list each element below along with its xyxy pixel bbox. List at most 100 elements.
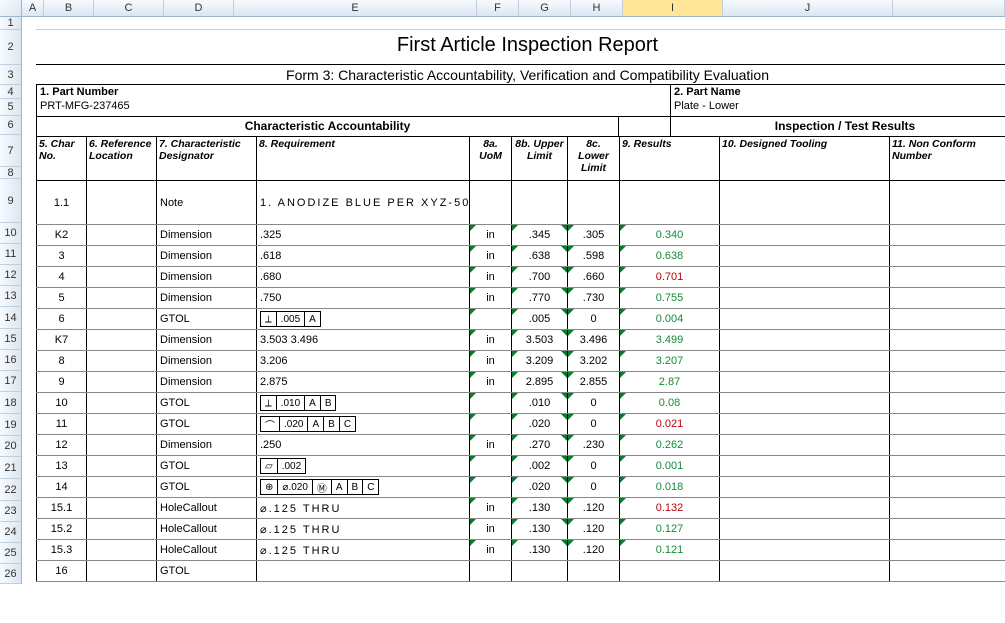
col-requirement[interactable]: 8. Requirement xyxy=(257,137,470,181)
col-lower[interactable]: 8c. Lower Limit xyxy=(568,137,620,181)
table-row[interactable]: 10 GTOL ⟂.010AB .010 0 0.08 xyxy=(37,393,1005,414)
row-header-12[interactable]: 12 xyxy=(0,265,21,286)
row-header-15[interactable]: 15 xyxy=(0,329,21,350)
row-header-17[interactable]: 17 xyxy=(0,371,21,392)
col-upper[interactable]: 8b. Upper Limit xyxy=(512,137,568,181)
table-row[interactable]: 6 GTOL ⟂.005A .005 0 0.004 xyxy=(37,309,1005,330)
cell-lower xyxy=(568,181,620,225)
cell-designator: GTOL xyxy=(157,393,257,414)
table-row[interactable]: 4 Dimension .680 in .700 .660 0.701 xyxy=(37,267,1005,288)
cell-designator: GTOL xyxy=(157,456,257,477)
row-header-5[interactable]: 5 xyxy=(0,99,21,116)
select-all-corner[interactable] xyxy=(0,0,22,17)
table-row[interactable]: 1.1 Note 1. ANODIZE BLUE PER XYZ-50. xyxy=(37,181,1005,225)
table-row[interactable]: 11 GTOL ⌒.020ABC .020 0 0.021 xyxy=(37,414,1005,435)
col-uom[interactable]: 8a. UoM xyxy=(470,137,512,181)
col-nonconform[interactable]: 11. Non Conform Number xyxy=(890,137,1005,181)
cell-lower xyxy=(568,561,620,582)
table-row[interactable]: 15.2 HoleCallout ⌀.125 THRU in .130 .120… xyxy=(37,519,1005,540)
row-header-9[interactable]: 9 xyxy=(0,179,21,223)
table-row[interactable]: K7 Dimension 3.503 3.496 in 3.503 3.496 … xyxy=(37,330,1005,351)
row-header-7[interactable]: 7 xyxy=(0,135,21,167)
table-row[interactable]: 5 Dimension .750 in .770 .730 0.755 xyxy=(37,288,1005,309)
col-header-B[interactable]: B xyxy=(44,0,94,16)
col-char-no[interactable]: 5. Char No. xyxy=(37,137,87,181)
row-headers: 1234567891011121314151617181920212223242… xyxy=(0,17,22,584)
table-row[interactable]: 14 GTOL ⊕⌀.020ⓂABC .020 0 0.018 xyxy=(37,477,1005,498)
col-ref-loc[interactable]: 6. Reference Location xyxy=(87,137,157,181)
col-header-H[interactable]: H xyxy=(571,0,623,16)
col-designator[interactable]: 7. Characteristic Designator xyxy=(157,137,257,181)
cell-tooling xyxy=(720,246,890,267)
cell-ref-loc xyxy=(87,540,157,561)
col-header-A[interactable]: A xyxy=(22,0,44,16)
cell-char-no: 12 xyxy=(37,435,87,456)
cell-tooling xyxy=(720,456,890,477)
row-header-23[interactable]: 23 xyxy=(0,501,21,522)
cell-char-no: 15.2 xyxy=(37,519,87,540)
cell-result: 2.87 xyxy=(620,372,720,393)
row-header-10[interactable]: 10 xyxy=(0,223,21,244)
cell-tooling xyxy=(720,540,890,561)
row-header-14[interactable]: 14 xyxy=(0,307,21,329)
col-header-D[interactable]: D xyxy=(164,0,234,16)
table-row[interactable]: 3 Dimension .618 in .638 .598 0.638 xyxy=(37,246,1005,267)
col-header-[interactable] xyxy=(893,0,1005,16)
part-number-value[interactable]: PRT-MFG-237465 xyxy=(36,99,671,116)
row-header-4[interactable]: 4 xyxy=(0,85,21,99)
cell-result: 0.755 xyxy=(620,288,720,309)
cell-requirement: .618 xyxy=(257,246,470,267)
cell-upper: .130 xyxy=(512,498,568,519)
cell-tooling xyxy=(720,519,890,540)
table-row[interactable]: 12 Dimension .250 in .270 .230 0.262 xyxy=(37,435,1005,456)
report-title: First Article Inspection Report xyxy=(36,30,1005,65)
cell-lower: 3.496 xyxy=(568,330,620,351)
cell-upper: .700 xyxy=(512,267,568,288)
cell-upper: .130 xyxy=(512,540,568,561)
cell-nonconform xyxy=(890,561,1005,582)
cell-requirement: ⌀.125 THRU xyxy=(257,540,470,561)
row-header-21[interactable]: 21 xyxy=(0,457,21,479)
table-row[interactable]: 16 GTOL xyxy=(37,561,1005,582)
row-header-26[interactable]: 26 xyxy=(0,564,21,584)
cell-tooling xyxy=(720,309,890,330)
col-header-J[interactable]: J xyxy=(723,0,893,16)
cell-requirement: 1. ANODIZE BLUE PER XYZ-50. xyxy=(257,181,470,225)
cell-lower: .120 xyxy=(568,540,620,561)
cell-ref-loc xyxy=(87,246,157,267)
col-header-E[interactable]: E xyxy=(234,0,477,16)
row-header-1[interactable]: 1 xyxy=(0,17,21,30)
row-header-19[interactable]: 19 xyxy=(0,414,21,436)
table-row[interactable]: K2 Dimension .325 in .345 .305 0.340 xyxy=(37,225,1005,246)
row-header-13[interactable]: 13 xyxy=(0,286,21,307)
col-header-F[interactable]: F xyxy=(477,0,519,16)
cell-ref-loc xyxy=(87,519,157,540)
cell-tooling xyxy=(720,414,890,435)
table-row[interactable]: 8 Dimension 3.206 in 3.209 3.202 3.207 xyxy=(37,351,1005,372)
col-header-I[interactable]: I xyxy=(623,0,723,16)
cell-char-no: 16 xyxy=(37,561,87,582)
cell-upper: .130 xyxy=(512,519,568,540)
col-tooling[interactable]: 10. Designed Tooling xyxy=(720,137,890,181)
row-header-6[interactable]: 6 xyxy=(0,116,21,135)
row-header-8[interactable]: 8 xyxy=(0,167,21,179)
row-header-25[interactable]: 25 xyxy=(0,543,21,564)
row-header-16[interactable]: 16 xyxy=(0,350,21,371)
cell-uom: in xyxy=(470,267,512,288)
table-row[interactable]: 15.3 HoleCallout ⌀.125 THRU in .130 .120… xyxy=(37,540,1005,561)
row-header-18[interactable]: 18 xyxy=(0,392,21,414)
table-row[interactable]: 13 GTOL ▱.002 .002 0 0.001 xyxy=(37,456,1005,477)
row-header-3[interactable]: 3 xyxy=(0,65,21,85)
part-name-value[interactable]: Plate - Lower xyxy=(671,99,1005,116)
col-header-C[interactable]: C xyxy=(94,0,164,16)
row-header-20[interactable]: 20 xyxy=(0,436,21,457)
col-results[interactable]: 9. Results xyxy=(620,137,720,181)
table-row[interactable]: 9 Dimension 2.875 in 2.895 2.855 2.87 xyxy=(37,372,1005,393)
row-header-22[interactable]: 22 xyxy=(0,479,21,501)
row-header-11[interactable]: 11 xyxy=(0,244,21,265)
row-header-2[interactable]: 2 xyxy=(0,30,21,65)
row-header-24[interactable]: 24 xyxy=(0,522,21,543)
col-header-G[interactable]: G xyxy=(519,0,571,16)
cell-designator: Dimension xyxy=(157,288,257,309)
table-row[interactable]: 15.1 HoleCallout ⌀.125 THRU in .130 .120… xyxy=(37,498,1005,519)
